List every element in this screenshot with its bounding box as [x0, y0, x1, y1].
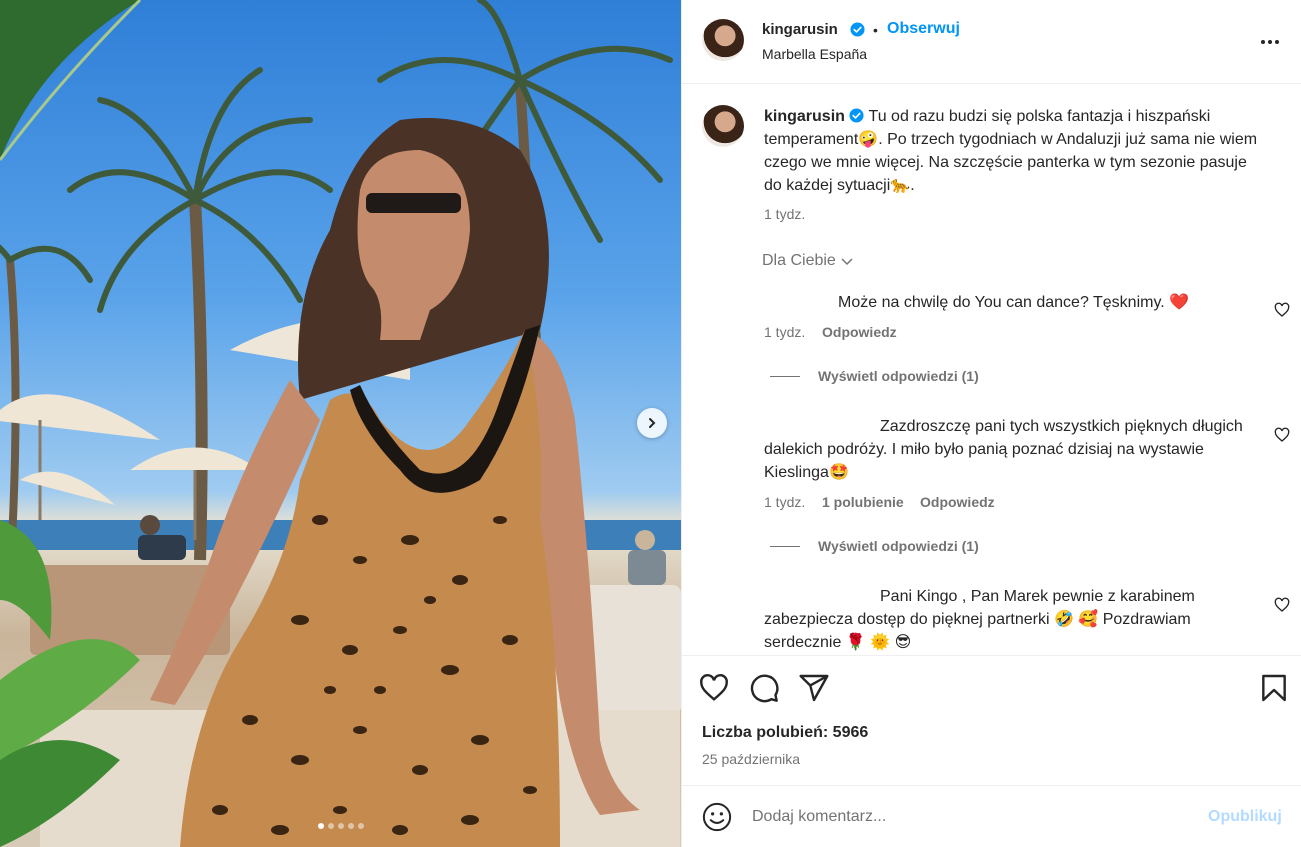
post-location[interactable]: Marbella España	[762, 46, 867, 62]
add-comment-bar: Opublikuj	[682, 785, 1301, 847]
follow-button[interactable]: Obserwuj	[887, 20, 960, 38]
more-options-button[interactable]	[1256, 30, 1284, 54]
comment-emoji: ❤️	[1169, 294, 1190, 311]
caption-emoji: 🤪	[858, 131, 879, 148]
comments-sort-dropdown[interactable]: Dla Ciebie	[762, 252, 854, 270]
view-replies-button[interactable]: Wyświetl odpowiedzi (1)	[770, 368, 979, 384]
divider-line	[770, 545, 800, 547]
divider-line	[770, 375, 800, 377]
avatar[interactable]	[702, 105, 744, 147]
post-date[interactable]: 25 października	[702, 751, 800, 767]
more-horizontal-icon	[1261, 40, 1265, 44]
emoji-picker-icon[interactable]	[702, 802, 732, 832]
comment-emoji: 🌹 🌞 😎	[845, 634, 912, 651]
like-comment-heart-icon[interactable]	[1274, 427, 1290, 443]
caption-emoji: 🐆	[890, 177, 911, 194]
carousel-dot	[357, 823, 364, 829]
comment-emoji: 🤩	[828, 464, 849, 481]
comment-item: Zazdroszczę pani tych wszystkich pięknyc…	[764, 415, 1264, 484]
reply-button[interactable]: Odpowiedz	[920, 494, 995, 510]
carousel-dot	[327, 823, 334, 829]
publish-button[interactable]: Opublikuj	[1208, 808, 1282, 826]
comment-text: Może na chwilę do You can dance? Tęsknim…	[838, 294, 1170, 311]
post-header: kingarusin • Obserwuj Marbella España	[682, 0, 1301, 84]
comment-timestamp[interactable]: 1 tydz.	[764, 324, 805, 340]
post-actions: Liczba polubień: 5966 25 października	[682, 655, 1301, 785]
bookmark-icon[interactable]	[1258, 672, 1290, 704]
share-icon[interactable]	[798, 672, 830, 704]
caption-username[interactable]: kingarusin	[764, 108, 845, 125]
verified-badge-icon	[849, 108, 864, 123]
chevron-right-icon	[649, 418, 656, 428]
reply-button[interactable]: Odpowiedz	[822, 324, 897, 340]
like-comment-heart-icon[interactable]	[1274, 302, 1290, 318]
instagram-post-view: kingarusin • Obserwuj Marbella España ki…	[0, 0, 1301, 847]
separator-dot: •	[873, 22, 878, 38]
carousel-dot	[317, 823, 324, 829]
author-username[interactable]: kingarusin	[762, 21, 838, 38]
view-replies-label: Wyświetl odpowiedzi (1)	[818, 538, 979, 554]
like-comment-heart-icon[interactable]	[1274, 597, 1290, 613]
heart-icon[interactable]	[698, 672, 730, 704]
comments-scroll-area[interactable]: kingarusin Tu od razu budzi się polska f…	[682, 85, 1301, 655]
chevron-down-icon	[841, 258, 853, 266]
comment-input[interactable]	[752, 804, 1192, 830]
comment-likes-count[interactable]: 1 polubienie	[822, 494, 904, 510]
comment-item: Pani Kingo , Pan Marek pewnie z karabine…	[764, 585, 1264, 654]
comment-icon[interactable]	[748, 672, 780, 704]
likes-count[interactable]: Liczba polubień: 5966	[702, 724, 868, 742]
photo-scene	[0, 0, 681, 847]
caption-timestamp[interactable]: 1 tydz.	[764, 206, 805, 222]
comment-timestamp[interactable]: 1 tydz.	[764, 494, 805, 510]
comment-emoji: 🤣 🥰	[1053, 611, 1099, 628]
carousel-next-button[interactable]	[637, 408, 667, 438]
avatar[interactable]	[702, 19, 744, 61]
verified-badge-icon	[850, 22, 865, 37]
view-replies-label: Wyświetl odpowiedzi (1)	[818, 368, 979, 384]
comment-item: Może na chwilę do You can dance? Tęsknim…	[764, 291, 1264, 314]
caption-text: .	[910, 177, 915, 194]
carousel-dot	[347, 823, 354, 829]
view-replies-button[interactable]: Wyświetl odpowiedzi (1)	[770, 538, 979, 554]
sort-label: Dla Ciebie	[762, 252, 836, 269]
post-photo[interactable]	[0, 0, 681, 847]
carousel-dot	[337, 823, 344, 829]
post-details-panel: kingarusin • Obserwuj Marbella España ki…	[681, 0, 1301, 847]
carousel-indicator	[0, 823, 681, 829]
post-caption: kingarusin Tu od razu budzi się polska f…	[764, 105, 1264, 197]
